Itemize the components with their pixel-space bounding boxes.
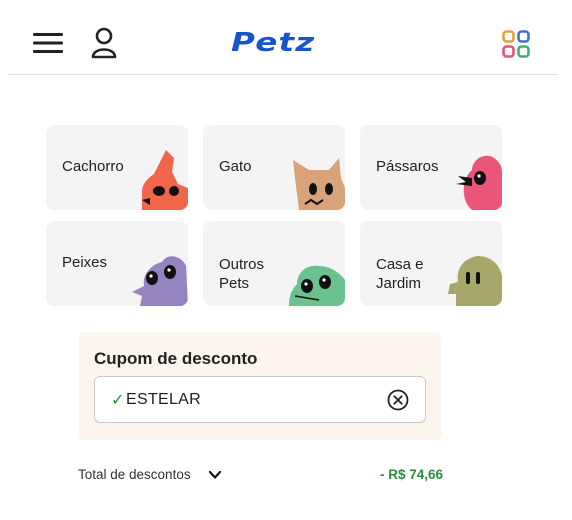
coupon-title: Cupom de desconto — [94, 349, 258, 368]
fish-icon — [132, 256, 188, 306]
totals-value: - R$ 74,66 — [379, 467, 443, 482]
category-grid: Cachorro Gato Pássaros Peixes Outros Pet… — [46, 125, 502, 306]
category-card-bird[interactable]: Pássaros — [360, 125, 502, 210]
app-grid-icon[interactable] — [502, 30, 530, 58]
bird-icon — [456, 155, 502, 210]
cat-icon — [293, 158, 345, 210]
category-label: Outros Pets — [219, 256, 265, 292]
discount-totals-row: Total de descontos - R$ 74,66 — [78, 466, 443, 486]
logo-text: Petz — [231, 28, 316, 58]
dog-icon — [142, 150, 188, 210]
user-icon[interactable] — [90, 27, 118, 59]
category-card-dog[interactable]: Cachorro — [46, 125, 188, 210]
category-card-fish[interactable]: Peixes — [46, 221, 188, 306]
category-card-house-garden[interactable]: Casa e Jardim — [360, 221, 502, 306]
hamburger-menu-icon[interactable] — [33, 30, 63, 56]
clear-circle-icon[interactable] — [387, 389, 409, 411]
category-card-cat[interactable]: Gato — [203, 125, 345, 210]
coupon-code-field[interactable]: ✓ ESTELAR — [94, 376, 426, 423]
reptile-icon — [289, 265, 345, 306]
petz-logo[interactable]: Petz — [231, 28, 314, 58]
totals-label: Total de descontos — [78, 467, 191, 482]
coupon-panel: Cupom de desconto ✓ ESTELAR — [79, 332, 441, 440]
chevron-down-icon[interactable] — [208, 469, 222, 481]
category-label: Casa e Jardim — [376, 256, 424, 292]
coupon-code-value: ESTELAR — [126, 391, 202, 408]
category-card-other-pets[interactable]: Outros Pets — [203, 221, 345, 306]
check-icon: ✓ — [111, 392, 125, 409]
top-header: Petz — [8, 0, 558, 75]
house-garden-icon — [448, 256, 502, 306]
